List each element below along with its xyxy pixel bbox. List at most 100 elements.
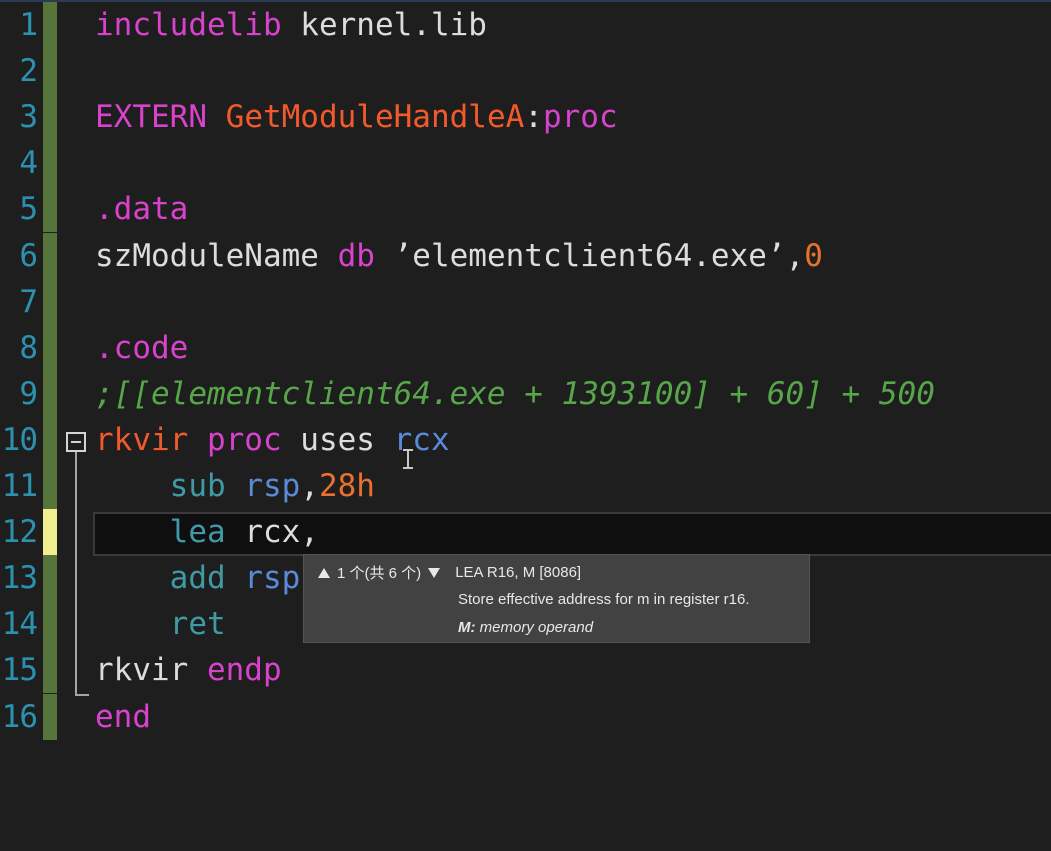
code-token: rcx, xyxy=(225,514,319,551)
change-indicator xyxy=(43,232,57,279)
code-line[interactable]: 4 xyxy=(0,140,1051,187)
overload-counter: 1 个(共 6 个) xyxy=(337,565,422,582)
line-number: 3 xyxy=(19,99,38,136)
code-token: endp xyxy=(206,652,282,689)
code-line[interactable]: 5 .data xyxy=(0,186,1051,233)
fold-guide-end xyxy=(75,694,89,696)
code-token: kernel.lib xyxy=(281,7,487,43)
code-token: db xyxy=(337,237,375,274)
code-token: proc xyxy=(206,421,282,458)
change-indicator xyxy=(43,601,57,648)
line-number: 10 xyxy=(1,421,38,458)
code-line[interactable]: 7 xyxy=(0,278,1051,325)
code-line[interactable]: 12 lea rcx, xyxy=(0,509,1051,556)
line-number: 16 xyxy=(1,698,38,735)
code-line[interactable]: 2 xyxy=(0,48,1051,95)
code-token: 0 xyxy=(804,237,823,274)
line-number: 9 xyxy=(19,375,38,412)
collapse-toggle-icon[interactable] xyxy=(66,432,86,452)
code-text[interactable]: lea rcx, xyxy=(95,509,319,555)
down-arrow-icon[interactable] xyxy=(428,567,441,578)
code-token: .data xyxy=(95,191,189,228)
change-indicator xyxy=(43,140,57,187)
code-line[interactable]: 16 end xyxy=(0,693,1051,740)
signature-help-tooltip: 1 个(共 6 个) LEA R16, M [8086] Store effec… xyxy=(303,554,810,643)
code-line[interactable]: 9 ;[[elementclient64.exe + 1393100] + 60]… xyxy=(0,370,1051,417)
code-line[interactable]: 3 EXTERN GetModuleHandleA:proc xyxy=(0,94,1051,141)
code-token: lea xyxy=(169,514,226,551)
line-number: 14 xyxy=(1,606,38,643)
change-indicator xyxy=(43,647,57,694)
line-number: 13 xyxy=(1,560,38,597)
line-number: 5 xyxy=(19,191,38,228)
parameter-info: M: memory operand xyxy=(458,619,593,636)
change-indicator xyxy=(43,416,57,463)
change-indicator xyxy=(43,324,57,371)
code-line[interactable]: 6 szModuleName db ’elementclient64.exe’,0 xyxy=(0,232,1051,279)
code-text[interactable]: add rsp xyxy=(95,555,301,601)
code-text[interactable]: includelib kernel.lib xyxy=(95,2,487,48)
code-text[interactable]: EXTERN GetModuleHandleA:proc xyxy=(95,94,618,140)
parameter-name: M: xyxy=(458,619,476,636)
code-text[interactable]: ;[[elementclient64.exe + 1393100] + 60] … xyxy=(95,371,935,417)
change-indicator xyxy=(43,555,57,602)
code-text[interactable]: end xyxy=(95,694,151,740)
code-token: uses xyxy=(281,421,394,458)
code-token: rsp xyxy=(225,468,301,504)
line-number: 4 xyxy=(19,145,38,182)
change-indicator xyxy=(43,693,57,740)
change-indicator xyxy=(43,94,57,141)
code-token: rkvir xyxy=(95,652,207,689)
code-token: proc xyxy=(542,99,618,136)
code-text[interactable]: szModuleName db ’elementclient64.exe’,0 xyxy=(95,233,823,279)
code-token: szModuleName xyxy=(95,237,338,274)
fold-guide-line xyxy=(75,452,77,696)
code-token: 28h xyxy=(318,468,375,504)
code-line[interactable]: 8 .code xyxy=(0,324,1051,371)
line-number: 2 xyxy=(19,53,38,90)
code-token: sub xyxy=(169,468,226,504)
code-line[interactable]: 15 rkvir endp xyxy=(0,647,1051,694)
code-text[interactable]: rkvir endp xyxy=(95,647,282,693)
instruction-signature: LEA R16, M [8086] xyxy=(455,564,582,581)
code-token: ret xyxy=(169,606,226,643)
code-line[interactable]: 1 includelib kernel.lib xyxy=(0,2,1051,48)
line-number: 8 xyxy=(19,329,38,366)
code-text[interactable]: rkvir proc uses rcx xyxy=(95,417,450,463)
code-token: add xyxy=(169,560,226,597)
line-number: 7 xyxy=(19,283,38,320)
code-token: ’elementclient64.exe’, xyxy=(374,237,805,274)
code-text[interactable]: .code xyxy=(95,325,188,371)
line-number: 15 xyxy=(1,652,38,689)
text-cursor-icon xyxy=(403,449,413,469)
change-indicator xyxy=(43,463,57,509)
line-number: 6 xyxy=(19,237,38,274)
change-indicator xyxy=(43,48,57,95)
line-number: 12 xyxy=(1,514,38,551)
code-text[interactable]: ret xyxy=(95,601,226,647)
code-line[interactable]: 11 sub rsp,28h xyxy=(0,463,1051,509)
code-token: includelib xyxy=(95,7,282,43)
code-token: GetModuleHandleA xyxy=(225,99,525,136)
code-text[interactable]: sub rsp,28h xyxy=(95,463,375,509)
code-line[interactable]: 10 rkvir proc uses rcx xyxy=(0,416,1051,463)
code-editor[interactable]: 1 includelib kernel.lib 2 3 EXTERN GetModule… xyxy=(0,0,1051,851)
code-text[interactable]: .data xyxy=(95,186,188,232)
code-token: : xyxy=(524,99,543,136)
code-token: rkvir xyxy=(95,421,207,458)
change-indicator xyxy=(43,370,57,417)
change-indicator xyxy=(43,278,57,325)
parameter-description: memory operand xyxy=(475,619,594,636)
code-token: .code xyxy=(95,329,189,366)
up-arrow-icon[interactable] xyxy=(318,567,330,578)
code-token: rsp xyxy=(225,560,301,597)
line-number: 1 xyxy=(19,7,38,43)
change-indicator xyxy=(43,509,57,556)
instruction-description: Store effective address for m in registe… xyxy=(458,591,750,608)
code-token: EXTERN xyxy=(95,99,226,136)
code-token: ;[[elementclient64.exe + 1393100] + 60] … xyxy=(95,375,935,412)
